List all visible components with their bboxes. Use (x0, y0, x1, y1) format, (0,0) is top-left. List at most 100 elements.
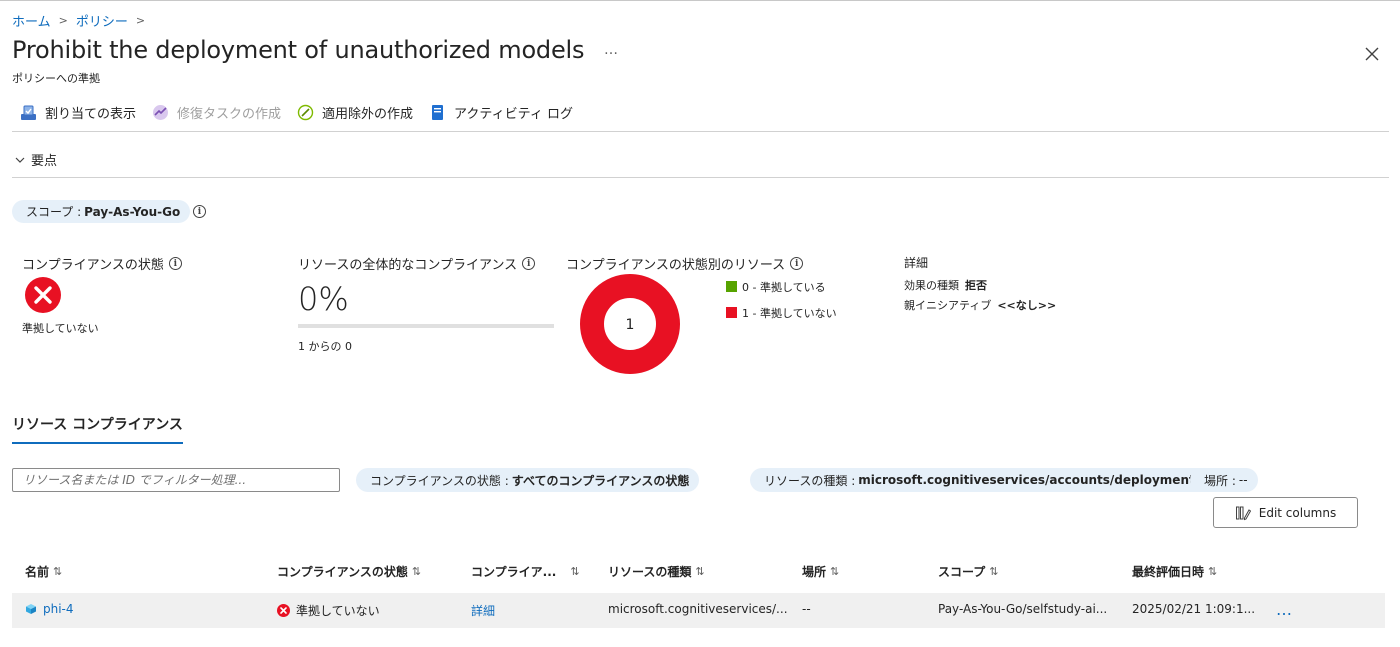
sort-icon[interactable]: ⇅ (989, 565, 998, 578)
edit-columns-button[interactable]: Edit columns (1213, 497, 1358, 528)
page-title: Prohibit the deployment of unauthorized … (12, 36, 585, 64)
edit-columns-label: Edit columns (1258, 505, 1337, 520)
sort-icon[interactable]: ⇅ (1208, 565, 1217, 578)
column-header-resource-type-text: リソースの種類 (608, 565, 692, 579)
initiative-value: <<なし>> (997, 299, 1057, 312)
initiative-label: 親イニシアティブ (904, 299, 992, 312)
breadcrumb-policy[interactable]: ポリシー (76, 11, 128, 30)
column-header-compliance-text: コンプライア... (471, 565, 557, 579)
create-exemption-button[interactable]: 適用除外の作成 (297, 103, 413, 122)
chevron-down-icon (15, 157, 25, 163)
column-header-location[interactable]: 場所 ⇅ (802, 563, 839, 580)
error-icon (277, 604, 290, 617)
row-details-link[interactable]: 詳細 (471, 602, 495, 619)
resource-type-filter-value: microsoft.cognitiveservices/accounts/dep… (858, 473, 1202, 487)
essentials-toggle[interactable]: 要点 (14, 150, 57, 169)
legend-item-non-compliant[interactable]: 1 - 準拠していない (726, 306, 837, 320)
donut-center-count: 1 (626, 317, 635, 333)
info-icon[interactable]: i (522, 257, 536, 270)
column-header-name-text: 名前 (25, 565, 50, 579)
essentials-label: 要点 (31, 154, 58, 169)
breadcrumb-home[interactable]: ホーム (12, 11, 51, 30)
column-header-compliance-state[interactable]: コンプライアンスの状態 ⇅ (277, 563, 421, 580)
column-header-scope[interactable]: スコープ ⇅ (938, 563, 999, 580)
info-icon[interactable]: i (790, 257, 804, 270)
exemption-icon (297, 104, 314, 121)
row-more-button[interactable]: … (1276, 600, 1293, 619)
location-filter-label: 場所 : (1204, 473, 1236, 488)
chevron-right-icon: > (58, 14, 68, 27)
activity-log-label: アクティビティ ログ (454, 107, 573, 122)
compliance-state-value: 準拠していない (22, 322, 99, 335)
overall-compliance-count: 1 からの 0 (298, 340, 352, 353)
non-compliant-icon (25, 277, 61, 313)
column-header-scope-text: スコープ (938, 565, 986, 579)
cube-icon (26, 604, 36, 614)
legend-swatch-non-compliant (726, 307, 737, 318)
scope-pill[interactable]: スコープ : Pay-As-You-Go (12, 200, 191, 223)
column-header-resource-type[interactable]: リソースの種類 ⇅ (608, 563, 705, 580)
overall-compliance-percent: 0% (298, 280, 349, 318)
sort-icon[interactable]: ⇅ (412, 565, 421, 578)
compliance-progress-bar (298, 324, 554, 328)
compliance-state-filter[interactable]: コンプライアンスの状態 : すべてのコンプライアンスの状態 (356, 468, 700, 492)
info-icon[interactable]: i (193, 205, 206, 218)
view-assignment-label: 割り当ての表示 (45, 107, 137, 122)
top-border (0, 0, 1400, 1)
legend-swatch-compliant (726, 281, 737, 292)
resource-name: phi-4 (43, 602, 74, 616)
legend-label-compliant: 0 - 準拠している (742, 280, 826, 294)
resource-name-link[interactable]: phi-4 (25, 602, 74, 616)
compliance-state-title: コンプライアンスの状態 i (22, 254, 182, 273)
row-resource-type: microsoft.cognitiveservices/... (608, 602, 788, 616)
sort-icon[interactable]: ⇅ (570, 565, 579, 578)
chevron-right-icon: > (135, 14, 146, 27)
sort-icon[interactable]: ⇅ (830, 565, 839, 578)
sort-icon[interactable]: ⇅ (695, 565, 704, 578)
view-assignment-button[interactable]: 割り当ての表示 (20, 103, 136, 122)
search-input[interactable] (12, 468, 340, 492)
row-location: -- (802, 602, 811, 616)
create-remediation-button[interactable]: 修復タスクの作成 (152, 103, 281, 122)
info-icon[interactable]: i (168, 257, 182, 270)
assignment-icon (21, 105, 36, 120)
compliance-donut-chart: 1 (580, 274, 680, 374)
close-button[interactable] (1362, 44, 1382, 64)
details-effect: 効果の種類 拒否 (904, 277, 987, 293)
row-scope: Pay-As-You-Go/selfstudy-ai... (938, 602, 1108, 616)
breadcrumb: ホーム > ポリシー > (12, 11, 153, 30)
resource-type-filter-label: リソースの種類 : (764, 473, 856, 488)
column-header-compliance-state-text: コンプライアンスの状態 (277, 565, 408, 579)
sort-icon[interactable]: ⇅ (53, 565, 62, 578)
column-header-name[interactable]: 名前 ⇅ (25, 563, 62, 580)
column-header-last-evaluated-text: 最終評価日時 (1132, 565, 1205, 579)
row-compliance-state: 準拠していない (277, 602, 380, 619)
create-exemption-label: 適用除外の作成 (322, 107, 414, 122)
column-header-location-text: 場所 (802, 565, 827, 579)
scope-value: Pay-As-You-Go (84, 204, 181, 219)
scope-label: スコープ : (26, 205, 82, 219)
close-icon (1365, 47, 1379, 61)
edit-columns-icon (1235, 506, 1251, 520)
legend-item-compliant[interactable]: 0 - 準拠している (726, 280, 837, 294)
row-last-evaluated: 2025/02/21 1:09:1... (1132, 602, 1256, 616)
column-header-compliance[interactable]: コンプライア... ⇅ (471, 563, 580, 580)
resources-by-state-title: コンプライアンスの状態別のリソース i (566, 254, 804, 273)
details-title: 詳細 (904, 256, 929, 270)
overall-compliance-title-text: リソースの全体的なコンプライアンス (298, 258, 518, 273)
more-options-button[interactable]: … (604, 42, 618, 58)
donut-legend: 0 - 準拠している 1 - 準拠していない (726, 280, 837, 332)
location-filter[interactable]: 場所 : -- (1190, 468, 1258, 492)
column-header-last-evaluated[interactable]: 最終評価日時 ⇅ (1132, 563, 1217, 580)
tab-resource-compliance[interactable]: リソース コンプライアンス (12, 414, 183, 444)
location-filter-value: -- (1238, 473, 1248, 487)
activity-log-button[interactable]: アクティビティ ログ (429, 103, 573, 122)
resource-type-filter[interactable]: リソースの種類 : microsoft.cognitiveservices/ac… (750, 468, 1212, 492)
effect-value: 拒否 (965, 279, 987, 292)
overall-compliance-title: リソースの全体的なコンプライアンス i (298, 254, 536, 273)
resources-by-state-title-text: コンプライアンスの状態別のリソース (566, 258, 786, 273)
divider (12, 177, 1389, 178)
remediation-icon (153, 105, 169, 120)
command-bar: 割り当ての表示 修復タスクの作成 適用除外の作成 アクティビティ ログ (20, 103, 589, 122)
compliance-state-filter-value: すべてのコンプライアンスの状態 (511, 473, 690, 488)
